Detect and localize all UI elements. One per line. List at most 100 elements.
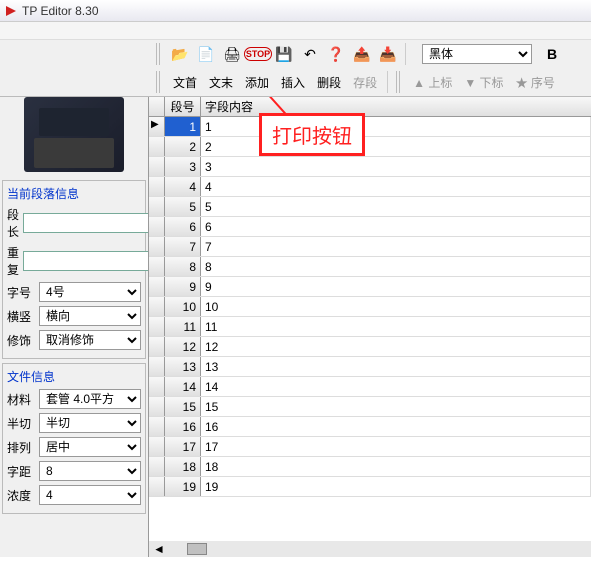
row-number-cell[interactable]: 4 (165, 177, 201, 196)
import-icon: 📥 (379, 46, 396, 63)
table-row[interactable]: 11 (149, 117, 591, 137)
main-area: 当前段落信息 段长 重复 字号 4号 横竖 横向 修饰 取消修饰 (0, 97, 591, 557)
row-content-cell[interactable]: 5 (201, 197, 591, 216)
row-number-cell[interactable]: 18 (165, 457, 201, 476)
table-row[interactable]: 1414 (149, 377, 591, 397)
font-size-select[interactable]: 4号 (39, 282, 141, 302)
row-number-cell[interactable]: 9 (165, 277, 201, 296)
panel-title: 文件信息 (7, 368, 141, 385)
delete-segment-button[interactable]: 删段 (312, 71, 346, 93)
help-button[interactable]: ❓ (324, 43, 348, 65)
export-button[interactable]: 📤 (350, 43, 374, 65)
table-row[interactable]: 1818 (149, 457, 591, 477)
row-content-cell[interactable]: 9 (201, 277, 591, 296)
table-row[interactable]: 22 (149, 137, 591, 157)
orientation-select[interactable]: 横向 (39, 306, 141, 326)
bold-button[interactable]: B (542, 46, 562, 62)
row-content-cell[interactable]: 6 (201, 217, 591, 236)
table-row[interactable]: 88 (149, 257, 591, 277)
table-row[interactable]: 1010 (149, 297, 591, 317)
table-row[interactable]: 1919 (149, 477, 591, 497)
row-marker (149, 197, 165, 216)
row-content-cell[interactable]: 19 (201, 477, 591, 496)
table-row[interactable]: 1515 (149, 397, 591, 417)
row-marker (149, 277, 165, 296)
table-row[interactable]: 66 (149, 217, 591, 237)
toolbar-area: 📂 📄 🖨 STOP 💾 ↶ ❓ 📤 📥 黑体 B 文首 文末 添加 插入 删段… (0, 40, 591, 97)
row-number-cell[interactable]: 6 (165, 217, 201, 236)
data-grid[interactable]: 段号 字段内容 11223344556677889910101111121213… (148, 97, 591, 557)
document-icon: 📄 (197, 46, 214, 63)
undo-icon: ↶ (304, 46, 316, 63)
repeat-label: 重复 (7, 244, 19, 278)
row-number-cell[interactable]: 3 (165, 157, 201, 176)
row-number-cell[interactable]: 1 (165, 117, 201, 136)
grid-footer-scrollbar[interactable]: ◄ (149, 541, 591, 557)
row-number-cell[interactable]: 16 (165, 417, 201, 436)
triangle-up-icon: ▲ (413, 76, 428, 90)
align-select[interactable]: 居中 (39, 437, 141, 457)
row-marker (149, 177, 165, 196)
decoration-select[interactable]: 取消修饰 (39, 330, 141, 350)
row-number-cell[interactable]: 11 (165, 317, 201, 336)
row-content-cell[interactable]: 14 (201, 377, 591, 396)
font-family-select[interactable]: 黑体 (422, 44, 532, 64)
material-select[interactable]: 套管 4.0平方 (39, 389, 141, 409)
grid-body[interactable]: 1122334455667788991010111112121313141415… (149, 117, 591, 541)
row-content-cell[interactable]: 15 (201, 397, 591, 416)
table-row[interactable]: 1616 (149, 417, 591, 437)
row-number-cell[interactable]: 5 (165, 197, 201, 216)
doc-end-button[interactable]: 文末 (204, 71, 238, 93)
scroll-thumb[interactable] (187, 543, 207, 555)
table-row[interactable]: 1313 (149, 357, 591, 377)
row-number-cell[interactable]: 13 (165, 357, 201, 376)
row-marker (149, 377, 165, 396)
row-content-cell[interactable]: 13 (201, 357, 591, 376)
scroll-left-icon[interactable]: ◄ (149, 542, 169, 556)
row-number-cell[interactable]: 19 (165, 477, 201, 496)
save-button[interactable]: 💾 (272, 43, 296, 65)
row-content-cell[interactable]: 11 (201, 317, 591, 336)
row-number-cell[interactable]: 8 (165, 257, 201, 276)
row-content-cell[interactable]: 4 (201, 177, 591, 196)
row-content-cell[interactable]: 10 (201, 297, 591, 316)
row-number-cell[interactable]: 14 (165, 377, 201, 396)
row-content-cell[interactable]: 8 (201, 257, 591, 276)
table-row[interactable]: 1717 (149, 437, 591, 457)
table-row[interactable]: 1111 (149, 317, 591, 337)
decoration-label: 修饰 (7, 332, 35, 349)
row-number-cell[interactable]: 12 (165, 337, 201, 356)
row-marker (149, 397, 165, 416)
row-number-cell[interactable]: 10 (165, 297, 201, 316)
row-marker (149, 337, 165, 356)
undo-button[interactable]: ↶ (298, 43, 322, 65)
row-number-cell[interactable]: 15 (165, 397, 201, 416)
halfcut-select[interactable]: 半切 (39, 413, 141, 433)
table-row[interactable]: 55 (149, 197, 591, 217)
table-row[interactable]: 44 (149, 177, 591, 197)
print-button[interactable]: 🖨 (220, 43, 244, 65)
insert-button[interactable]: 插入 (276, 71, 310, 93)
add-button[interactable]: 添加 (240, 71, 274, 93)
spacing-select[interactable]: 8 (39, 461, 141, 481)
row-content-cell[interactable]: 12 (201, 337, 591, 356)
stop-button[interactable]: STOP (246, 43, 270, 65)
row-content-cell[interactable]: 18 (201, 457, 591, 476)
doc-start-button[interactable]: 文首 (168, 71, 202, 93)
row-content-cell[interactable]: 16 (201, 417, 591, 436)
row-number-cell[interactable]: 2 (165, 137, 201, 156)
density-select[interactable]: 4 (39, 485, 141, 505)
row-number-cell[interactable]: 7 (165, 237, 201, 256)
row-number-cell[interactable]: 17 (165, 437, 201, 456)
row-content-cell[interactable]: 17 (201, 437, 591, 456)
row-content-cell[interactable]: 7 (201, 237, 591, 256)
open-button[interactable]: 📂 (168, 43, 192, 65)
table-row[interactable]: 1212 (149, 337, 591, 357)
table-row[interactable]: 33 (149, 157, 591, 177)
table-row[interactable]: 99 (149, 277, 591, 297)
new-button[interactable]: 📄 (194, 43, 218, 65)
import-button[interactable]: 📥 (376, 43, 400, 65)
table-row[interactable]: 77 (149, 237, 591, 257)
separator-icon (405, 43, 409, 65)
row-content-cell[interactable]: 3 (201, 157, 591, 176)
